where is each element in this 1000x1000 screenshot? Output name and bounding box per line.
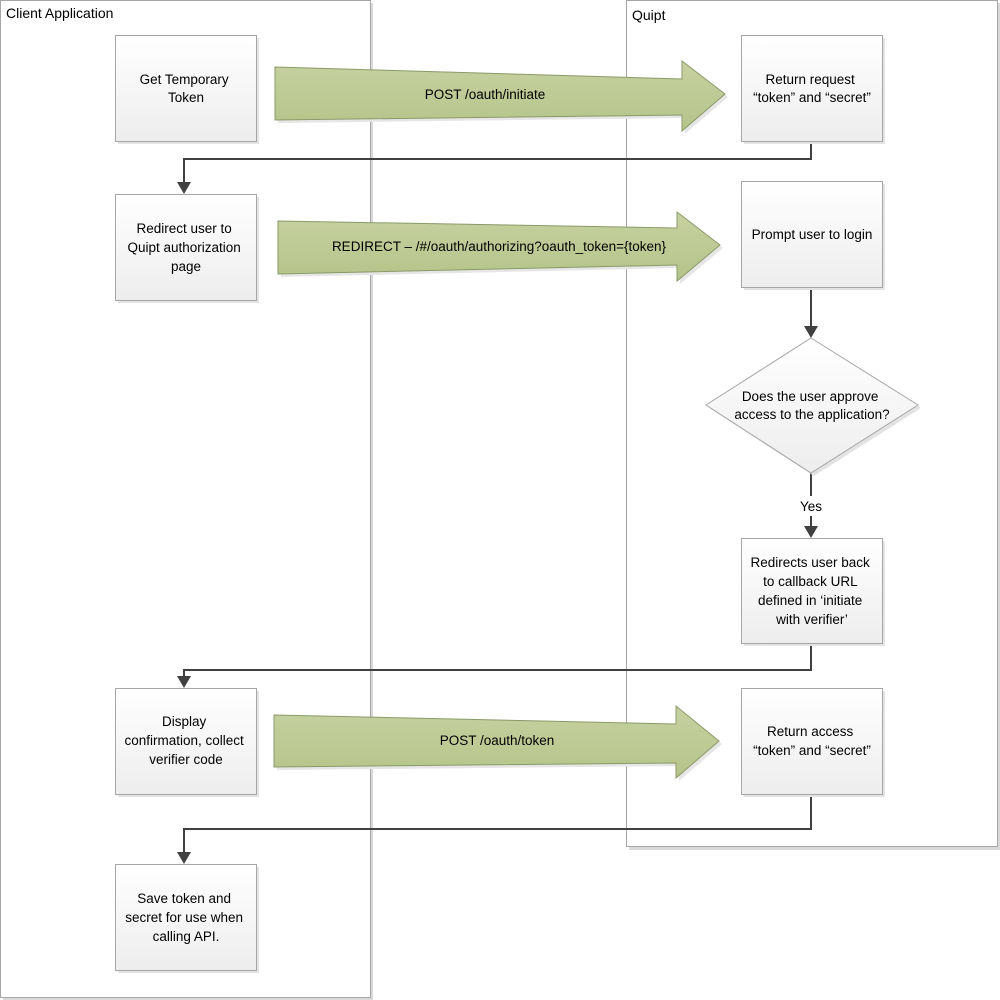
step-get-temporary-token: Get Temporary Token	[115, 35, 259, 144]
message-label-initiate: POST /oauth/initiate	[425, 87, 546, 102]
step-prompt-login: Prompt user to login	[741, 181, 885, 290]
step-display-confirmation: Display confirmation, collect verifier c…	[115, 688, 259, 797]
lane-client-application: Client Application	[0, 0, 373, 1000]
connector-label-yes: Yes	[800, 499, 822, 514]
step-save-token: Save token and secret for use when calli…	[115, 864, 259, 973]
step-return-access-token: Return access “token” and “secret”	[741, 688, 885, 797]
step-return-request-token: Return request “token” and “secret”	[741, 35, 885, 144]
lane-title-client: Client Application	[6, 5, 113, 21]
message-label-authorize: REDIRECT – /#/oauth/authorizing?oauth_to…	[332, 239, 667, 254]
step-redirect-user: Redirect user to Quipt authorization pag…	[115, 194, 259, 303]
oauth-flow-diagram: Client Application Quipt Yes POST /oauth…	[0, 0, 1000, 1000]
step-redirect-back: Redirects user back to callback URL defi…	[741, 538, 885, 646]
step-label: Prompt user to login	[752, 227, 873, 242]
message-label-token: POST /oauth/token	[440, 733, 555, 748]
lane-title-quipt: Quipt	[632, 7, 666, 23]
